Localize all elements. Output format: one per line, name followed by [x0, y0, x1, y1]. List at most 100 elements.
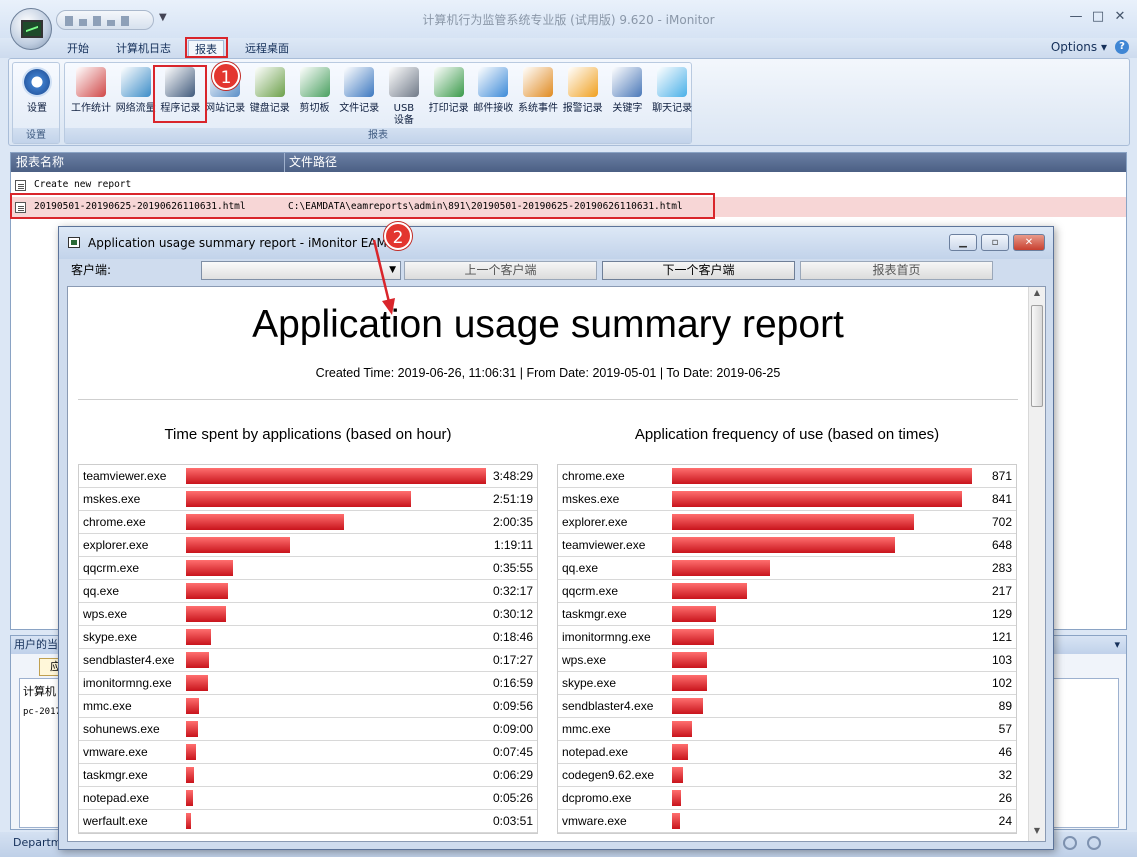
- scroll-up-icon[interactable]: ▲: [1029, 288, 1045, 302]
- usage-value: 0:35:55: [492, 561, 533, 575]
- usage-value: 648: [991, 538, 1012, 552]
- maximize-button[interactable]: □: [1086, 8, 1110, 26]
- table-row: sendblaster4.exe 0:17:27: [79, 649, 537, 672]
- tab-computer-log[interactable]: 计算机日志: [116, 40, 171, 58]
- usage-value: 0:03:51: [492, 814, 533, 828]
- usage-value: 841: [991, 492, 1012, 506]
- usage-bar: [672, 560, 770, 576]
- table-row: teamviewer.exe 648: [558, 534, 1016, 557]
- net-traffic-icon: [120, 67, 151, 97]
- usage-value: 24: [998, 814, 1012, 828]
- report-meta: Created Time: 2019-06-26, 11:06:31 | Fro…: [315, 366, 781, 380]
- settings-group-label: 设置: [13, 128, 59, 143]
- usage-bar: [672, 537, 896, 553]
- alarm-record-button[interactable]: 报警记录: [560, 66, 606, 128]
- scroll-down-icon[interactable]: ▼: [1029, 826, 1045, 840]
- column-report-name[interactable]: 报表名称: [16, 153, 64, 172]
- step-badge-2: 2: [384, 222, 412, 250]
- close-button[interactable]: ✕: [1108, 8, 1132, 26]
- table-row: skype.exe 102: [558, 672, 1016, 695]
- chat-record-icon: [657, 67, 688, 97]
- freq-table: chrome.exe 871 mskes.exe 841 explorer.exe 702…: [557, 464, 1017, 834]
- report-list-header: 报表名称 文件路径: [11, 153, 1126, 172]
- keyboard-record-button[interactable]: 键盘记录: [247, 66, 293, 128]
- table-cell[interactable]: pc-2017: [23, 707, 61, 717]
- print-record-button[interactable]: 打印记录: [426, 66, 472, 128]
- usage-bar: [186, 652, 209, 668]
- app-name: sohunews.exe: [83, 722, 160, 736]
- clipboard-icon: [299, 67, 330, 97]
- vertical-scrollbar[interactable]: ▲ ▼: [1028, 287, 1045, 841]
- table-row: chrome.exe 2:00:35: [79, 511, 537, 534]
- list-item-name: Create new report: [34, 179, 132, 190]
- app-name: taskmgr.exe: [562, 607, 627, 621]
- options-menu[interactable]: Options ▾: [1051, 40, 1107, 54]
- zoom-out-icon[interactable]: [1087, 836, 1101, 850]
- prev-client-button[interactable]: 上一个客户端: [404, 261, 597, 280]
- column-computer[interactable]: 计算机: [23, 683, 56, 699]
- report-window-icon: [68, 237, 80, 248]
- chat-record-label: 聊天记录: [652, 103, 693, 114]
- table-row: taskmgr.exe 0:06:29: [79, 764, 537, 787]
- help-icon[interactable]: ?: [1115, 40, 1129, 54]
- zoom-in-icon[interactable]: [1063, 836, 1077, 850]
- work-stats-icon: [76, 67, 106, 97]
- usage-value: 217: [991, 584, 1012, 598]
- tab-remote-desktop[interactable]: 远程桌面: [245, 40, 289, 58]
- report-home-button[interactable]: 报表首页: [800, 261, 993, 280]
- usage-bar: [186, 744, 197, 760]
- table-row: explorer.exe 1:19:11: [79, 534, 537, 557]
- gear-icon: [22, 67, 52, 97]
- table-row: vmware.exe 0:07:45: [79, 741, 537, 764]
- app-name: imonitormng.exe: [83, 676, 172, 690]
- app-name: qq.exe: [83, 584, 120, 598]
- app-name: chrome.exe: [562, 469, 625, 483]
- scroll-thumb[interactable]: [1031, 305, 1043, 407]
- table-row: imonitormng.exe 0:16:59: [79, 672, 537, 695]
- report-maximize-button[interactable]: ▫: [981, 234, 1009, 251]
- usage-value: 0:09:00: [492, 722, 533, 736]
- highlight-program-record: [153, 65, 207, 123]
- app-name: notepad.exe: [562, 745, 629, 759]
- settings-button[interactable]: 设置: [14, 66, 60, 128]
- app-name: mmc.exe: [83, 699, 132, 713]
- app-name: vmware.exe: [562, 814, 627, 828]
- usage-value: 46: [998, 745, 1012, 759]
- usage-bar: [672, 629, 714, 645]
- app-name: notepad.exe: [83, 791, 150, 805]
- chevron-down-icon: ▼: [389, 265, 396, 275]
- highlight-report-row: [10, 193, 715, 219]
- clipboard-button[interactable]: 剪切板: [292, 66, 338, 128]
- minimize-button[interactable]: —: [1064, 8, 1088, 26]
- next-client-button[interactable]: 下一个客户端: [602, 261, 795, 280]
- chevron-down-icon[interactable]: ▾: [1114, 636, 1120, 654]
- app-name: teamviewer.exe: [83, 469, 167, 483]
- usage-value: 0:30:12: [492, 607, 533, 621]
- keyword-button[interactable]: 关键字: [604, 66, 650, 128]
- usage-value: 26: [998, 791, 1012, 805]
- table-row: sohunews.exe 0:09:00: [79, 718, 537, 741]
- usage-bar: [186, 606, 226, 622]
- client-select[interactable]: ▼: [201, 261, 401, 280]
- file-record-button[interactable]: 文件记录: [336, 66, 382, 128]
- report-title: Application usage summary report: [252, 303, 844, 346]
- app-menu-button[interactable]: [10, 8, 52, 50]
- chat-record-button[interactable]: 聊天记录: [649, 66, 695, 128]
- usage-bar: [672, 514, 914, 530]
- table-row: vmware.exe 24: [558, 810, 1016, 833]
- tab-start[interactable]: 开始: [67, 40, 89, 58]
- net-traffic-button[interactable]: 网络流量: [113, 66, 159, 128]
- usage-value: 0:32:17: [492, 584, 533, 598]
- column-file-path[interactable]: 文件路径: [284, 153, 337, 172]
- table-row: qqcrm.exe 0:35:55: [79, 557, 537, 580]
- print-record-icon: [433, 67, 464, 97]
- list-item-create-report[interactable]: Create new report: [11, 175, 1126, 195]
- table-row: mskes.exe 2:51:19: [79, 488, 537, 511]
- report-minimize-button[interactable]: ▁: [949, 234, 977, 251]
- usb-device-button[interactable]: USB 设备: [381, 66, 427, 128]
- work-stats-button[interactable]: 工作统计: [68, 66, 114, 128]
- report-close-button[interactable]: ✕: [1013, 234, 1045, 251]
- keyword-label: 关键字: [612, 103, 643, 114]
- system-event-button[interactable]: 系统事件: [515, 66, 561, 128]
- mail-receive-button[interactable]: 邮件接收: [470, 66, 516, 128]
